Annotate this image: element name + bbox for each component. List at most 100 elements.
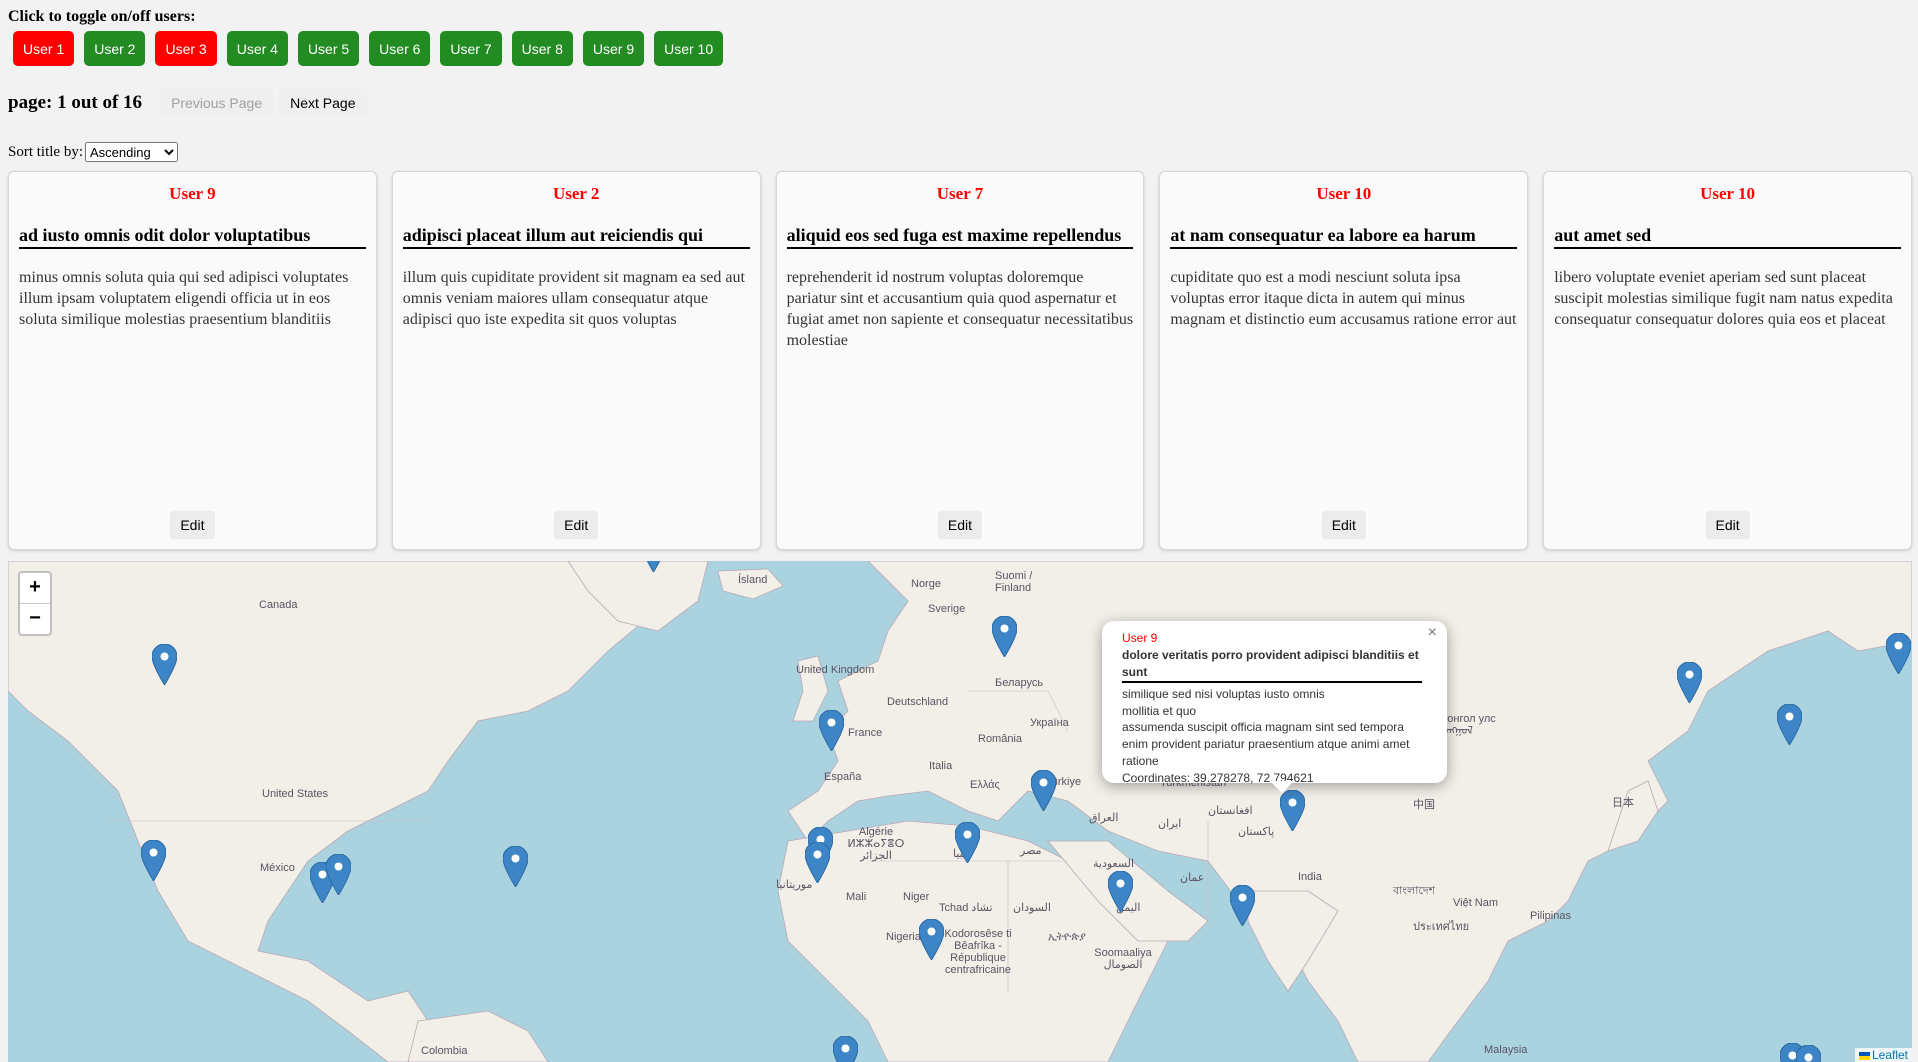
card-user: User 10 bbox=[1700, 184, 1756, 203]
user-toggle-7[interactable]: User 7 bbox=[440, 31, 502, 66]
edit-button[interactable]: Edit bbox=[937, 511, 983, 539]
card-user: User 2 bbox=[552, 184, 600, 203]
map-marker-icon[interactable] bbox=[819, 710, 844, 751]
map-marker-icon[interactable] bbox=[833, 1036, 858, 1062]
edit-button[interactable]: Edit bbox=[554, 511, 599, 539]
map-marker-icon[interactable] bbox=[152, 644, 177, 685]
close-icon[interactable]: × bbox=[1428, 624, 1437, 642]
map-label-united-states: United States bbox=[262, 788, 329, 800]
post-card: User 7 aliquid eos sed fuga est maxime r… bbox=[775, 171, 1145, 550]
map-label-niger: Niger bbox=[903, 891, 930, 903]
map-label-ukraina: Україна bbox=[1030, 717, 1069, 729]
edit-button[interactable]: Edit bbox=[1321, 511, 1366, 539]
card-user: User 9 bbox=[169, 184, 216, 203]
map-label-mali: Mali bbox=[846, 891, 867, 903]
map-marker-icon[interactable] bbox=[326, 854, 351, 895]
map-label-misr: مصر bbox=[1020, 845, 1042, 857]
leaflet-link[interactable]: Leaflet bbox=[1872, 1048, 1908, 1062]
card-body: libero voluptate eveniet aperiam sed sun… bbox=[1554, 269, 1893, 328]
map-label-saudi: السعودية bbox=[1093, 858, 1135, 870]
zoom-control: + − bbox=[18, 571, 52, 636]
map-label-canada: Canada bbox=[259, 599, 298, 611]
map-label-norge: Norge bbox=[911, 578, 941, 590]
user-toggle-9[interactable]: User 9 bbox=[582, 31, 645, 66]
map-label-kongo: Kodorosêse ti Bêafrîka - République cent… bbox=[944, 928, 1012, 976]
map-label-bangladesh: বাংলাদেশ bbox=[1393, 885, 1436, 897]
map-label-belarus: Беларусь bbox=[995, 677, 1044, 689]
user-toggle-8[interactable]: User 8 bbox=[511, 31, 573, 66]
map-label-thailand: ประเทศไทย bbox=[1413, 921, 1470, 933]
map-label-pilipinas: Pilipinas bbox=[1530, 910, 1571, 922]
edit-button[interactable]: Edit bbox=[1705, 511, 1750, 539]
map-marker-icon[interactable] bbox=[919, 919, 944, 960]
marker-popup: × User 9 dolore veritatis porro providen… bbox=[1102, 621, 1447, 785]
map-label-uk: United Kingdom bbox=[796, 664, 875, 676]
card-user: User 7 bbox=[936, 184, 984, 203]
map-marker-icon[interactable] bbox=[1777, 704, 1802, 745]
map-marker-icon[interactable] bbox=[805, 842, 830, 883]
popup-tip bbox=[1270, 781, 1294, 793]
map-marker-icon[interactable] bbox=[1677, 662, 1702, 703]
map-label-japan: 日本 bbox=[1612, 797, 1634, 809]
map-attribution[interactable]: Leaflet bbox=[1854, 1048, 1912, 1062]
user-toggle-2[interactable]: User 2 bbox=[84, 31, 146, 66]
map-label-island: Ísland bbox=[738, 574, 768, 586]
map-marker-icon[interactable] bbox=[1108, 871, 1133, 912]
map-marker-icon[interactable] bbox=[955, 822, 980, 863]
map-label-pakistan: پاکستان bbox=[1238, 826, 1275, 838]
card-body: reprehenderit id nostrum voluptas dolore… bbox=[786, 269, 1134, 349]
map-label-romania: România bbox=[978, 733, 1023, 745]
map-marker-icon[interactable] bbox=[1230, 885, 1255, 926]
map-label-colombia: Colombia bbox=[421, 1045, 468, 1057]
user-toggle-5[interactable]: User 5 bbox=[297, 31, 360, 66]
sort-label: Sort title by: bbox=[8, 143, 83, 160]
map-marker-icon[interactable] bbox=[141, 840, 166, 881]
post-card: User 10 at nam consequatur ea labore ea … bbox=[1159, 171, 1529, 550]
user-toggle-4[interactable]: User 4 bbox=[226, 31, 288, 66]
popup-body-line: mollitia et quo bbox=[1122, 703, 1197, 718]
post-cards: User 9 ad iusto omnis odit dolor volupta… bbox=[8, 171, 1912, 550]
map-marker-icon[interactable] bbox=[1886, 633, 1911, 674]
user-toggle-6[interactable]: User 6 bbox=[369, 31, 431, 66]
map-marker-icon[interactable] bbox=[1796, 1045, 1821, 1062]
user-toggle-1[interactable]: User 1 bbox=[13, 31, 75, 66]
pagination: page: 1 out of 16 Previous Page Next Pag… bbox=[8, 89, 367, 117]
sort-select[interactable]: Ascending bbox=[85, 142, 178, 162]
map-marker-icon[interactable] bbox=[992, 616, 1017, 657]
map-label-oman: عمان bbox=[1180, 872, 1205, 884]
sort-control: Sort title by: Ascending bbox=[8, 142, 178, 162]
map-marker-icon[interactable] bbox=[641, 561, 666, 572]
next-page-button[interactable]: Next Page bbox=[279, 89, 367, 117]
map-marker-icon[interactable] bbox=[1031, 770, 1056, 811]
map-label-nigeria: Nigeria bbox=[886, 931, 921, 943]
zoom-out-button[interactable]: − bbox=[20, 604, 50, 634]
world-map[interactable]: Canada United States México Colombia Ísl… bbox=[8, 561, 1912, 1062]
card-title: aliquid eos sed fuga est maxime repellen… bbox=[786, 224, 1134, 249]
page-indicator: page: 1 out of 16 bbox=[8, 92, 143, 113]
map-label-mongolia: Монгол улс ᠮᠣᠩᠭᠣᠯ bbox=[1438, 713, 1496, 737]
edit-button[interactable]: Edit bbox=[170, 511, 215, 539]
map-label-ethiopia: ኢትዮጵያ bbox=[1048, 931, 1086, 943]
map-label-espana: España bbox=[824, 771, 862, 783]
toggle-users-heading: Click to toggle on/off users: bbox=[8, 8, 196, 25]
map-label-india: India bbox=[1298, 871, 1322, 883]
user-toggle-3[interactable]: User 3 bbox=[155, 31, 217, 66]
map-label-malaysia: Malaysia bbox=[1484, 1044, 1528, 1056]
map-land-layer bbox=[8, 561, 1912, 1062]
post-card: User 2 adipisci placeat illum aut reicie… bbox=[391, 171, 761, 550]
map-label-china: 中国 bbox=[1413, 799, 1435, 811]
popup-user: User 9 bbox=[1122, 631, 1158, 645]
previous-page-button[interactable]: Previous Page bbox=[160, 89, 274, 117]
map-label-somalia: Soomaaliya الصومال bbox=[1094, 947, 1152, 971]
zoom-in-button[interactable]: + bbox=[20, 573, 50, 604]
map-marker-icon[interactable] bbox=[1280, 790, 1305, 831]
map-label-vietnam: Việt Nam bbox=[1453, 897, 1499, 909]
post-card: User 10 aut amet sed libero voluptate ev… bbox=[1543, 171, 1912, 550]
map-label-suomi: Suomi / Finland bbox=[995, 570, 1033, 594]
card-title: aut amet sed bbox=[1554, 224, 1901, 249]
map-label-iraq: العراق bbox=[1089, 812, 1119, 824]
user-toggle-10[interactable]: User 10 bbox=[654, 31, 724, 66]
map-marker-icon[interactable] bbox=[503, 846, 528, 887]
popup-title: dolore veritatis porro provident adipisc… bbox=[1122, 647, 1422, 683]
map-label-sverige: Sverige bbox=[928, 603, 966, 615]
